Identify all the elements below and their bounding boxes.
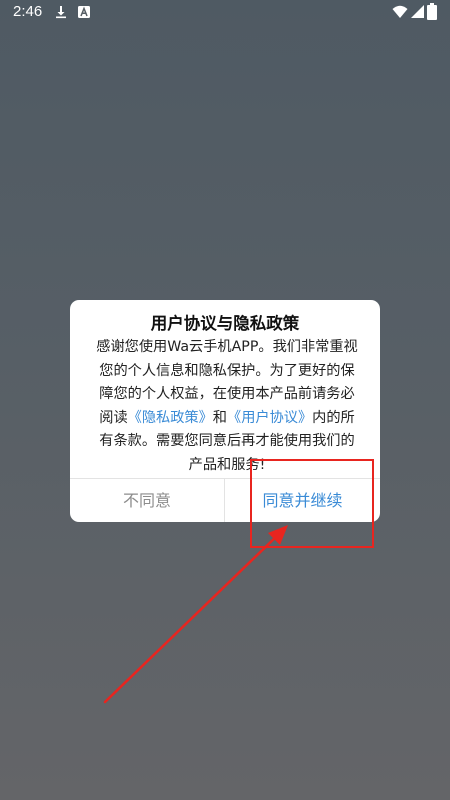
and-text: 和 xyxy=(212,409,227,426)
user-agreement-link[interactable]: 《用户协议》 xyxy=(227,410,312,426)
privacy-dialog: 用户协议与隐私政策 感谢您使用Wa云手机APP。我们非常重视您的个人信息和隐私保… xyxy=(70,300,380,522)
status-bar: 2:46 xyxy=(0,0,450,26)
download-icon xyxy=(56,6,66,19)
wifi-icon xyxy=(392,5,408,18)
dialog-body: 感谢您使用Wa云手机APP。我们非常重视您的个人信息和隐私保护。为了更好的保障您… xyxy=(94,336,360,477)
a-app-icon xyxy=(78,6,90,18)
disagree-button[interactable]: 不同意 xyxy=(70,479,224,522)
signal-icon xyxy=(411,5,424,18)
dialog-title: 用户协议与隐私政策 xyxy=(150,314,300,333)
dialog-footer: 不同意 同意并继续 xyxy=(70,478,380,522)
battery-icon xyxy=(427,3,437,20)
status-time: 2:46 xyxy=(13,3,43,20)
privacy-policy-link[interactable]: 《隐私政策》 xyxy=(128,410,213,426)
agree-continue-button[interactable]: 同意并继续 xyxy=(225,479,380,522)
